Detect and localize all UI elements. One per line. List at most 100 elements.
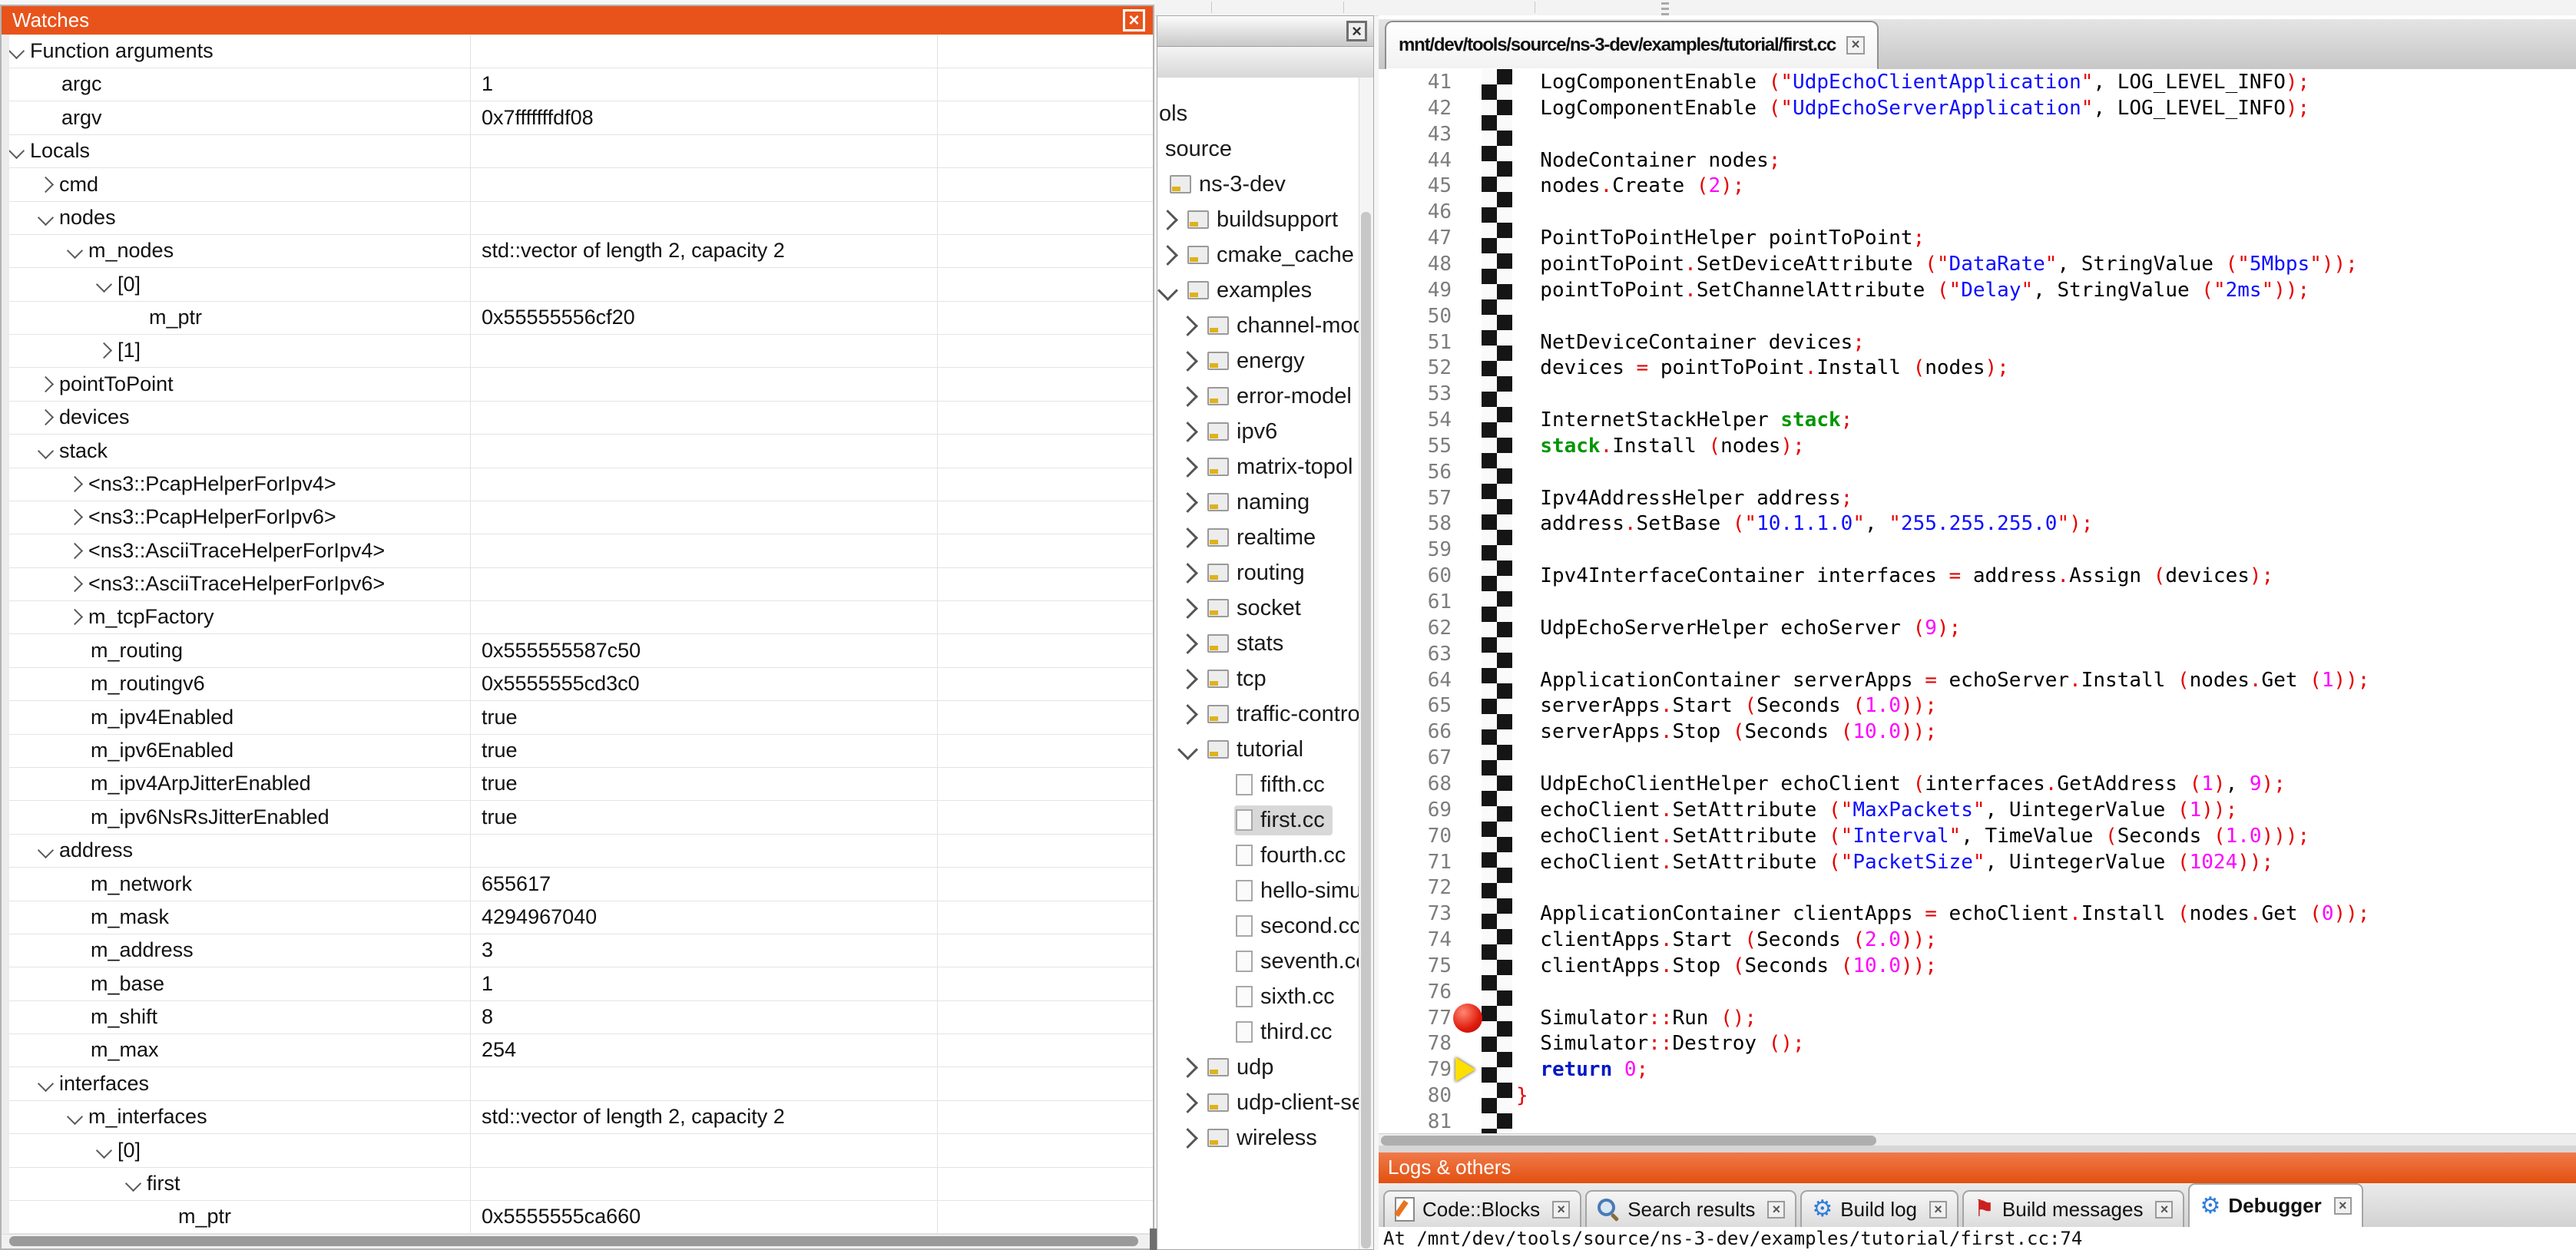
scrollbar-thumb[interactable] xyxy=(9,1236,1138,1246)
close-icon[interactable]: × xyxy=(1846,36,1865,55)
line-number[interactable]: 62 xyxy=(1379,615,1452,641)
line-number[interactable]: 59 xyxy=(1379,537,1452,563)
watches-titlebar[interactable]: Watches × xyxy=(2,6,1153,35)
code-area[interactable]: 41 LogComponentEnable ("UdpEchoClientApp… xyxy=(1379,69,2576,1133)
chevron-right-icon[interactable] xyxy=(1177,492,1198,513)
watch-row[interactable]: stack xyxy=(2,435,1153,468)
tree-item-folder[interactable]: tutorial xyxy=(1157,732,1359,767)
watch-row[interactable]: Function arguments xyxy=(2,35,1153,68)
watch-row[interactable]: m_network655617 xyxy=(2,868,1153,901)
close-icon[interactable]: × xyxy=(2334,1197,2352,1215)
chevron-down-icon[interactable] xyxy=(96,1142,112,1158)
line-number[interactable]: 68 xyxy=(1379,771,1452,797)
watch-row[interactable]: m_nodesstd::vector of length 2, capacity… xyxy=(2,234,1153,268)
tree-item-folder[interactable]: tcp xyxy=(1157,661,1359,696)
chevron-right-icon[interactable] xyxy=(67,543,83,559)
line-number[interactable]: 49 xyxy=(1379,277,1452,303)
chevron-right-icon[interactable] xyxy=(1177,704,1198,725)
chevron-right-icon[interactable] xyxy=(1177,598,1198,619)
line-number[interactable]: 74 xyxy=(1379,927,1452,953)
line-number[interactable]: 46 xyxy=(1379,199,1452,225)
watch-row[interactable]: [0] xyxy=(2,268,1153,302)
tree-item-folder[interactable]: source xyxy=(1157,131,1359,167)
chevron-down-icon[interactable] xyxy=(125,1176,141,1192)
tree-item-folder[interactable]: realtime xyxy=(1157,520,1359,555)
chevron-down-icon[interactable] xyxy=(38,842,54,858)
chevron-right-icon[interactable] xyxy=(67,609,83,625)
tree-item-folder[interactable]: stats xyxy=(1157,626,1359,661)
tree-item-folder[interactable]: matrix-topol xyxy=(1157,449,1359,484)
line-number[interactable]: 55 xyxy=(1379,433,1452,459)
chevron-right-icon[interactable] xyxy=(67,576,83,592)
line-number[interactable]: 58 xyxy=(1379,511,1452,537)
tree-item-folder[interactable]: channel-mod xyxy=(1157,308,1359,343)
tree-item-file[interactable]: second.cc xyxy=(1157,908,1359,944)
chevron-right-icon[interactable] xyxy=(67,476,83,492)
line-number[interactable]: 56 xyxy=(1379,459,1452,485)
line-number[interactable]: 76 xyxy=(1379,979,1452,1005)
close-icon[interactable]: × xyxy=(1552,1201,1570,1219)
chevron-right-icon[interactable] xyxy=(1157,210,1178,230)
close-icon[interactable]: × xyxy=(1123,9,1145,31)
watch-row[interactable]: first xyxy=(2,1167,1153,1201)
chevron-down-icon[interactable] xyxy=(38,210,54,226)
close-icon[interactable]: × xyxy=(2155,1201,2173,1219)
tree-item-file[interactable]: seventh.cc xyxy=(1157,944,1359,979)
chevron-right-icon[interactable] xyxy=(1177,422,1198,442)
tree-item-folder[interactable]: socket xyxy=(1157,590,1359,626)
watch-row[interactable]: interfaces xyxy=(2,1067,1153,1101)
watch-row[interactable]: address xyxy=(2,834,1153,868)
tree-item-file[interactable]: fifth.cc xyxy=(1157,767,1359,802)
chevron-right-icon[interactable] xyxy=(1177,527,1198,548)
watch-row[interactable]: argc1 xyxy=(2,68,1153,101)
watch-row[interactable]: nodes xyxy=(2,201,1153,235)
line-number[interactable]: 54 xyxy=(1379,407,1452,433)
logs-tab-debugger[interactable]: ⚙Debugger× xyxy=(2188,1183,2362,1227)
line-number[interactable]: 51 xyxy=(1379,329,1452,355)
watch-row[interactable]: m_ipv6Enabledtrue xyxy=(2,734,1153,768)
line-number[interactable]: 80 xyxy=(1379,1083,1452,1109)
watch-row[interactable]: m_max254 xyxy=(2,1033,1153,1067)
tree-item-file[interactable]: fourth.cc xyxy=(1157,838,1359,873)
line-number[interactable]: 75 xyxy=(1379,953,1452,979)
line-number[interactable]: 71 xyxy=(1379,849,1452,875)
watch-row[interactable]: argv0x7fffffffdf08 xyxy=(2,101,1153,135)
chevron-down-icon[interactable] xyxy=(67,243,83,259)
tree-item-folder[interactable]: error-model xyxy=(1157,379,1359,414)
chevron-down-icon[interactable] xyxy=(67,1109,83,1125)
chevron-right-icon[interactable] xyxy=(1177,1093,1198,1113)
chevron-right-icon[interactable] xyxy=(1177,351,1198,372)
line-number[interactable]: 77 xyxy=(1379,1005,1452,1031)
tree-item-file[interactable]: third.cc xyxy=(1157,1014,1359,1050)
line-number[interactable]: 66 xyxy=(1379,719,1452,745)
chevron-right-icon[interactable] xyxy=(38,376,54,392)
chevron-right-icon[interactable] xyxy=(1177,563,1198,584)
logs-titlebar[interactable]: Logs & others xyxy=(1379,1152,2576,1183)
watch-row[interactable]: <ns3::PcapHelperForIpv6> xyxy=(2,501,1153,534)
line-number[interactable]: 44 xyxy=(1379,147,1452,174)
watch-row[interactable]: m_ptr0x5555555ca660 xyxy=(2,1200,1153,1234)
line-number[interactable]: 73 xyxy=(1379,901,1452,927)
logs-tab-search-results[interactable]: Search results× xyxy=(1585,1190,1796,1227)
line-number[interactable]: 60 xyxy=(1379,563,1452,589)
chevron-right-icon[interactable] xyxy=(1177,316,1198,336)
watch-row[interactable]: m_mask4294967040 xyxy=(2,901,1153,934)
watch-row[interactable]: <ns3::AsciiTraceHelperForIpv4> xyxy=(2,534,1153,568)
tree-item-folder[interactable]: cmake_cache xyxy=(1157,237,1359,273)
tree-item-folder[interactable]: naming xyxy=(1157,484,1359,520)
tree-item-folder[interactable]: buildsupport xyxy=(1157,202,1359,237)
line-number[interactable]: 61 xyxy=(1379,589,1452,615)
line-number[interactable]: 48 xyxy=(1379,251,1452,277)
watch-row[interactable]: m_shift8 xyxy=(2,1000,1153,1034)
chevron-down-icon[interactable] xyxy=(8,43,25,59)
editor-tab-first-cc[interactable]: mnt/dev/tools/source/ns-3-dev/examples/t… xyxy=(1385,21,1879,70)
tree-item-folder[interactable]: routing xyxy=(1157,555,1359,590)
line-number[interactable]: 57 xyxy=(1379,485,1452,511)
tree-item-file[interactable]: sixth.cc xyxy=(1157,979,1359,1014)
tree-item-folder[interactable]: ipv6 xyxy=(1157,414,1359,449)
chevron-down-icon[interactable] xyxy=(96,276,112,293)
tree-item-folder[interactable]: energy xyxy=(1157,343,1359,379)
line-number[interactable]: 70 xyxy=(1379,823,1452,849)
line-number[interactable]: 81 xyxy=(1379,1109,1452,1133)
line-number[interactable]: 47 xyxy=(1379,225,1452,251)
